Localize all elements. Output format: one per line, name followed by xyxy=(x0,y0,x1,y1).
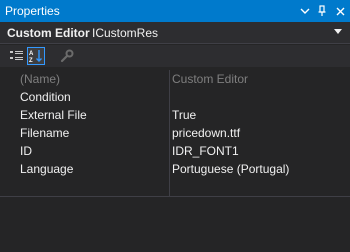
property-row-external-file[interactable]: External File True xyxy=(0,106,350,124)
alphabetical-icon[interactable]: A Z xyxy=(27,47,45,65)
property-row-id[interactable]: ID IDR_FONT1 xyxy=(0,142,350,160)
property-name: (Name) xyxy=(20,72,61,86)
dropdown-arrow-icon[interactable] xyxy=(334,29,342,34)
object-type-label: Custom Editor xyxy=(7,26,90,40)
categorized-icon[interactable] xyxy=(8,47,26,65)
property-name: Filename xyxy=(20,126,70,140)
property-pages-icon[interactable] xyxy=(58,47,76,65)
property-row-condition[interactable]: Condition xyxy=(0,88,350,106)
property-row-filename[interactable]: Filename pricedown.ttf xyxy=(0,124,350,142)
property-value[interactable]: Portuguese (Portugal) xyxy=(172,160,289,178)
svg-text:Z: Z xyxy=(29,58,33,63)
property-value[interactable]: IDR_FONT1 xyxy=(172,142,239,160)
property-row-name[interactable]: (Name) Custom Editor xyxy=(0,70,350,88)
chevron-down-icon[interactable] xyxy=(296,0,314,22)
property-row-language[interactable]: Language Portuguese (Portugal) xyxy=(0,160,350,178)
property-value[interactable]: True xyxy=(172,106,196,124)
column-divider[interactable] xyxy=(169,70,170,196)
property-name: ID xyxy=(20,144,32,158)
property-name: Condition xyxy=(20,90,71,104)
property-value[interactable]: pricedown.ttf xyxy=(172,124,240,142)
property-name: External File xyxy=(20,108,87,122)
property-value[interactable]: Custom Editor xyxy=(172,70,248,88)
pin-icon[interactable] xyxy=(313,0,331,22)
svg-text:A: A xyxy=(29,51,34,57)
object-name: ICustomRes xyxy=(92,26,159,40)
property-name: Language xyxy=(20,162,74,176)
properties-toolbar: A Z xyxy=(0,45,350,67)
properties-title-bar: Properties xyxy=(0,0,350,22)
window-title: Properties xyxy=(5,4,60,18)
object-selector[interactable]: Custom Editor ICustomRes xyxy=(0,22,350,44)
close-icon[interactable] xyxy=(331,0,349,22)
property-grid: (Name) Custom Editor Condition External … xyxy=(0,70,350,178)
description-pane xyxy=(0,196,350,252)
